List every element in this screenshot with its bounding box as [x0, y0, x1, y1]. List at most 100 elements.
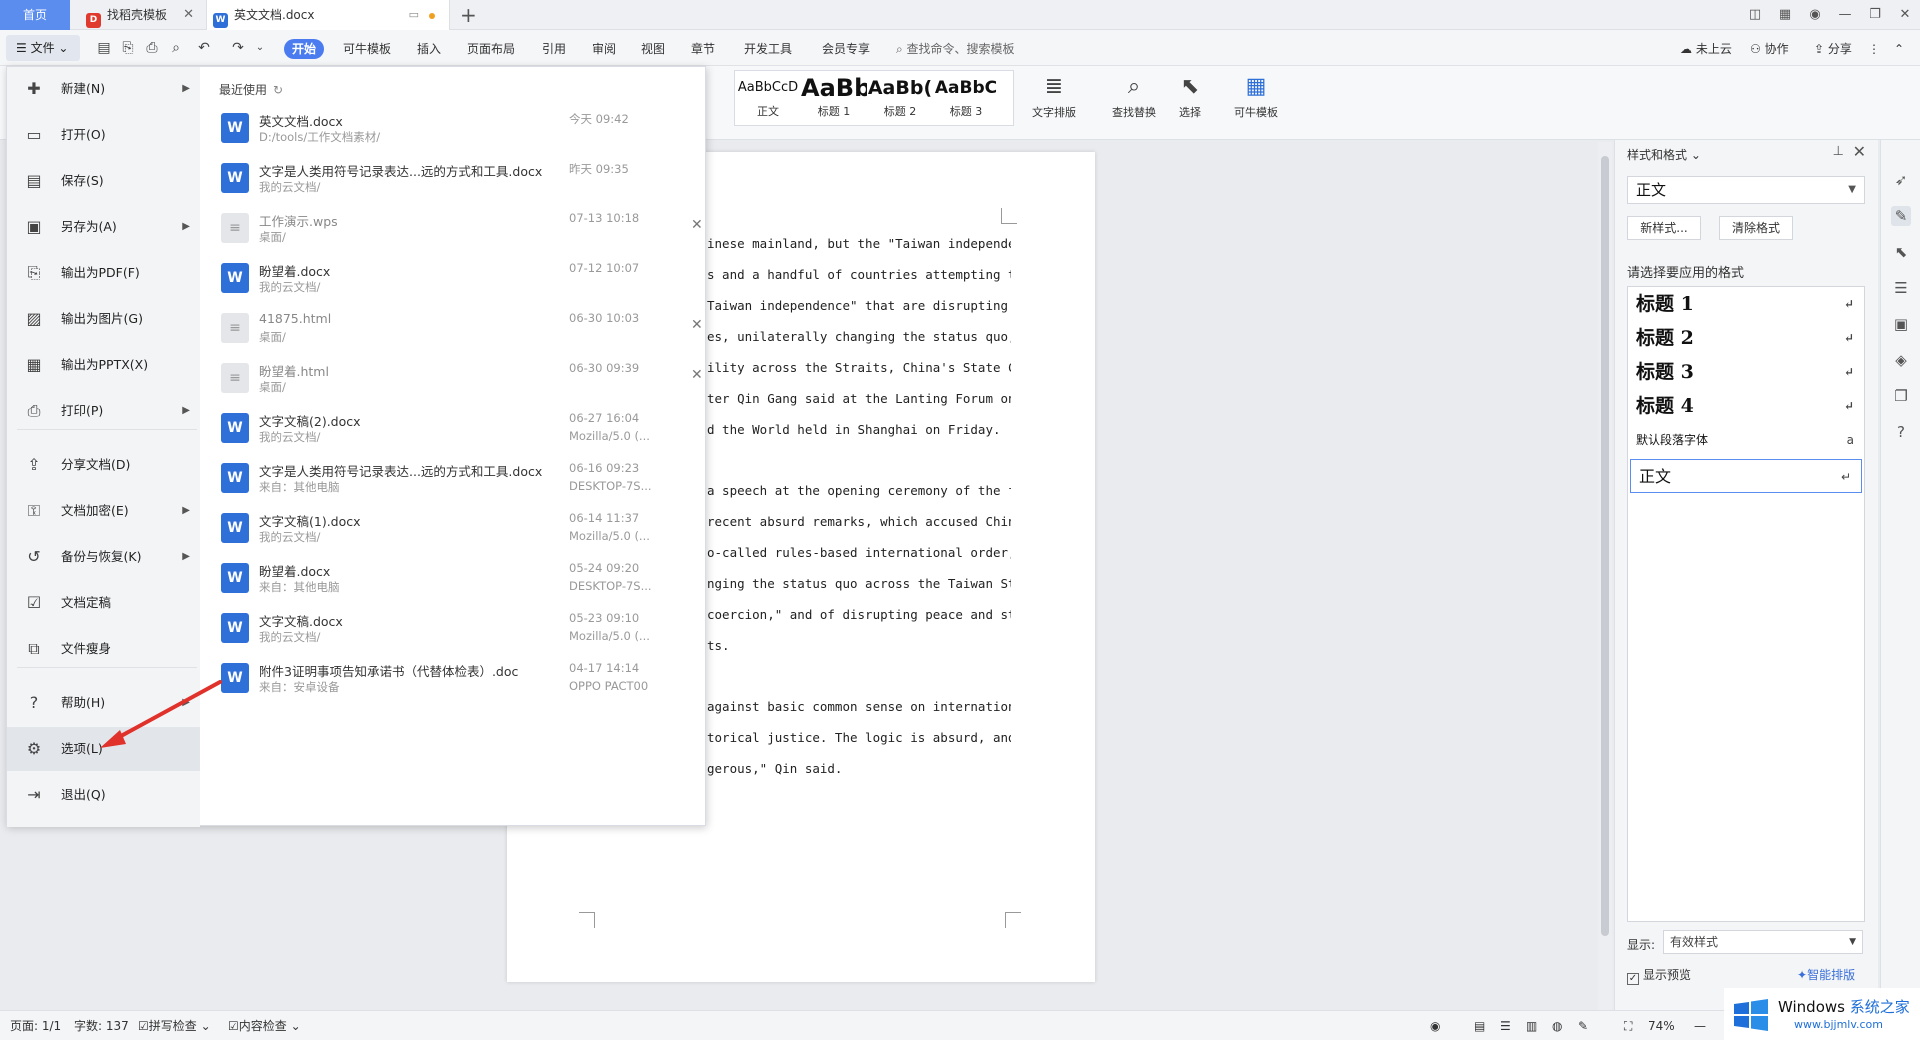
tab-page-layout[interactable]: 页面布局 [467, 39, 515, 59]
smart-layout-link[interactable]: ✦智能排版 [1797, 966, 1855, 983]
style-list-item[interactable]: 默认段落字体 a [1628, 423, 1864, 457]
file-menu-item[interactable]: ⇪ 分享文档(D) [7, 443, 200, 487]
clear-format-button[interactable]: 清除格式 [1719, 216, 1793, 240]
image-icon[interactable]: ▣ [1891, 314, 1911, 334]
write-view-icon[interactable]: ✎ [1578, 1011, 1588, 1040]
show-select[interactable]: 有效样式 ▼ [1663, 930, 1863, 954]
style-normal[interactable]: AaBbCcD 正文 [735, 71, 801, 127]
recent-file-item[interactable]: ≡ 盼望着.html 桌面/06-30 09:39 ✕ [221, 353, 703, 403]
collab-button[interactable]: ⚇ 协作 [1750, 39, 1789, 59]
export-icon[interactable]: ⎘ [118, 38, 138, 58]
minimize-icon[interactable]: — [1830, 0, 1860, 30]
help-icon[interactable]: ? [1891, 422, 1911, 442]
text-layout-button[interactable]: ≣ 文字排版 [1024, 70, 1084, 120]
new-style-button[interactable]: 新样式... [1627, 216, 1701, 240]
more-icon[interactable]: ⋮ [1868, 39, 1880, 59]
tab-chapter[interactable]: 章节 [691, 39, 715, 59]
collapse-ribbon-icon[interactable]: ⌃ [1894, 39, 1904, 59]
print-preview-icon[interactable]: ⌕ [166, 38, 186, 58]
style-list-item[interactable]: 标题 3 ↵ [1628, 355, 1864, 389]
recent-file-item[interactable]: W 附件3证明事项告知承诺书（代替体检表）.doc 来自：安卓设备 04-17 14:… [221, 653, 701, 703]
close-window-icon[interactable]: ✕ [1890, 0, 1920, 30]
reading-view-icon[interactable]: ▥ [1526, 1011, 1537, 1040]
file-menu-button[interactable]: ☰ 文件 ⌄ [6, 35, 80, 61]
remove-icon[interactable]: ✕ [691, 367, 703, 383]
fit-page-icon[interactable]: ⛶ [1624, 1011, 1632, 1040]
avatar[interactable]: ◉ [1800, 0, 1830, 30]
restore-icon[interactable]: ❐ [1860, 0, 1890, 30]
recent-file-item[interactable]: ≡ 工作演示.wps 桌面/07-13 10:18 ✕ [221, 203, 703, 253]
remove-icon[interactable]: ✕ [691, 317, 703, 333]
tab-home[interactable]: 首页 [0, 0, 70, 30]
command-search[interactable]: ⌕ 查找命令、搜索模板 [896, 39, 1015, 59]
new-tab-button[interactable]: + [460, 2, 477, 28]
scrollbar-thumb[interactable] [1601, 156, 1609, 936]
redo-icon[interactable]: ↷ [228, 38, 248, 58]
file-menu-item[interactable]: ⚿ 文档加密(E) ▶ [7, 489, 200, 533]
tab-document[interactable]: W 英文文档.docx ▭ [206, 0, 450, 30]
style-list-item[interactable]: 标题 4 ↵ [1628, 389, 1864, 423]
kn-template-button[interactable]: ▦ 可牛模板 [1226, 70, 1286, 120]
styles-panel-title[interactable]: 样式和格式 ⌄ [1627, 146, 1701, 163]
tab-developer[interactable]: 开发工具 [744, 39, 792, 59]
document-scrollbar[interactable] [1598, 142, 1612, 1010]
layout-icon[interactable]: ◫ [1740, 0, 1770, 30]
tab-member[interactable]: 会员专享 [822, 39, 870, 59]
sliders-icon[interactable]: ☰ [1891, 278, 1911, 298]
tab-references[interactable]: 引用 [542, 39, 566, 59]
file-menu-item[interactable]: ▤ 保存(S) [7, 159, 200, 203]
recent-file-item[interactable]: W 盼望着.docx 来自：其他电脑 05-24 09:20 DESKTOP-7S... [221, 553, 701, 603]
recent-file-item[interactable]: ≡ 41875.html 桌面/06-30 10:03 ✕ [221, 303, 703, 353]
save-icon[interactable]: ▤ [94, 38, 114, 58]
style-list-item[interactable]: 标题 2 ↵ [1628, 321, 1864, 355]
customize-icon[interactable]: ⌄ [250, 38, 270, 58]
recent-file-item[interactable]: W 文字文稿.docx 我的云文档/05-23 09:10 Mozilla/5.0 (… [221, 603, 701, 653]
tab-start[interactable]: 开始 [284, 39, 325, 59]
content-check[interactable]: ☑内容检查 ⌄ [228, 1011, 301, 1040]
file-menu-item[interactable]: ↺ 备份与恢复(K) ▶ [7, 535, 200, 579]
web-view-icon[interactable]: ◍ [1552, 1011, 1562, 1040]
style-heading-1[interactable]: AaBb 标题 1 [801, 71, 867, 127]
monitor-icon[interactable]: ▭ [409, 0, 419, 30]
word-count[interactable]: 字数: 137 [74, 1011, 129, 1040]
eye-icon[interactable]: ◉ [1430, 1011, 1440, 1040]
document-body[interactable]: inese mainland, but the "Taiwan independ… [707, 228, 1011, 784]
style-heading-3[interactable]: AaBbC 标题 3 [933, 71, 999, 127]
show-preview-checkbox[interactable]: ✓ 显示预览 [1627, 966, 1691, 985]
share-button[interactable]: ⇪ 分享 [1814, 39, 1852, 59]
book-icon[interactable]: ❐ [1891, 386, 1911, 406]
select-button[interactable]: ⬉ 选择 [1160, 70, 1220, 120]
file-menu-item[interactable]: ✚ 新建(N) ▶ [7, 67, 200, 111]
print-icon[interactable]: ⎙ [142, 38, 162, 58]
tab-insert[interactable]: 插入 [417, 39, 441, 59]
tab-view[interactable]: 视图 [641, 39, 665, 59]
pin-icon[interactable]: ⊥ [1833, 144, 1844, 159]
file-menu-item[interactable]: ⇥ 退出(Q) [7, 773, 200, 817]
current-style-select[interactable]: 正文 ▼ [1627, 176, 1865, 204]
recent-file-item[interactable]: W 盼望着.docx 我的云文档/07-12 10:07 [221, 253, 701, 303]
outline-view-icon[interactable]: ☰ [1500, 1011, 1511, 1040]
recent-file-item[interactable]: W 文字文稿(1).docx 我的云文档/06-14 11:37 Mozilla/5.… [221, 503, 701, 553]
close-icon[interactable]: ✕ [1853, 142, 1866, 161]
cursor-icon[interactable]: ⬉ [1891, 242, 1911, 262]
cloud-status[interactable]: ☁ 未上云 [1680, 39, 1732, 59]
find-replace-button[interactable]: ⌕ 查找替换 [1104, 70, 1164, 120]
style-list-item[interactable]: 标题 1 ↵ [1628, 287, 1864, 321]
file-menu-item[interactable]: ⧉ 文件瘦身 [7, 627, 200, 671]
spell-check[interactable]: ☑拼写检查 ⌄ [138, 1011, 211, 1040]
file-menu-item[interactable]: ⎘ 输出为PDF(F) [7, 251, 200, 295]
apps-grid-icon[interactable]: ▦ [1770, 0, 1800, 30]
recent-file-item[interactable]: W 文字文稿(2).docx 我的云文档/06-27 16:04 Mozilla/5.… [221, 403, 701, 453]
tab-review[interactable]: 审阅 [592, 39, 616, 59]
file-menu-item[interactable]: ▣ 另存为(A) ▶ [7, 205, 200, 249]
file-menu-item[interactable]: ⎙ 打印(P) ▶ [7, 389, 200, 433]
style-list-item[interactable]: 正文 ↵ [1630, 459, 1862, 493]
file-menu-item[interactable]: ▭ 打开(O) [7, 113, 200, 157]
file-menu-item[interactable]: ▨ 输出为图片(G) [7, 297, 200, 341]
rocket-icon[interactable]: ➶ [1891, 170, 1911, 190]
style-heading-2[interactable]: AaBb( 标题 2 [867, 71, 933, 127]
compass-icon[interactable]: ◈ [1891, 350, 1911, 370]
recent-file-item[interactable]: W 文字是人类用符号记录表达...远的方式和工具.docx 我的云文档/昨天 09:… [221, 153, 701, 203]
zoom-level[interactable]: 74% [1648, 1011, 1675, 1040]
close-tab-icon[interactable]: ✕ [183, 0, 194, 30]
